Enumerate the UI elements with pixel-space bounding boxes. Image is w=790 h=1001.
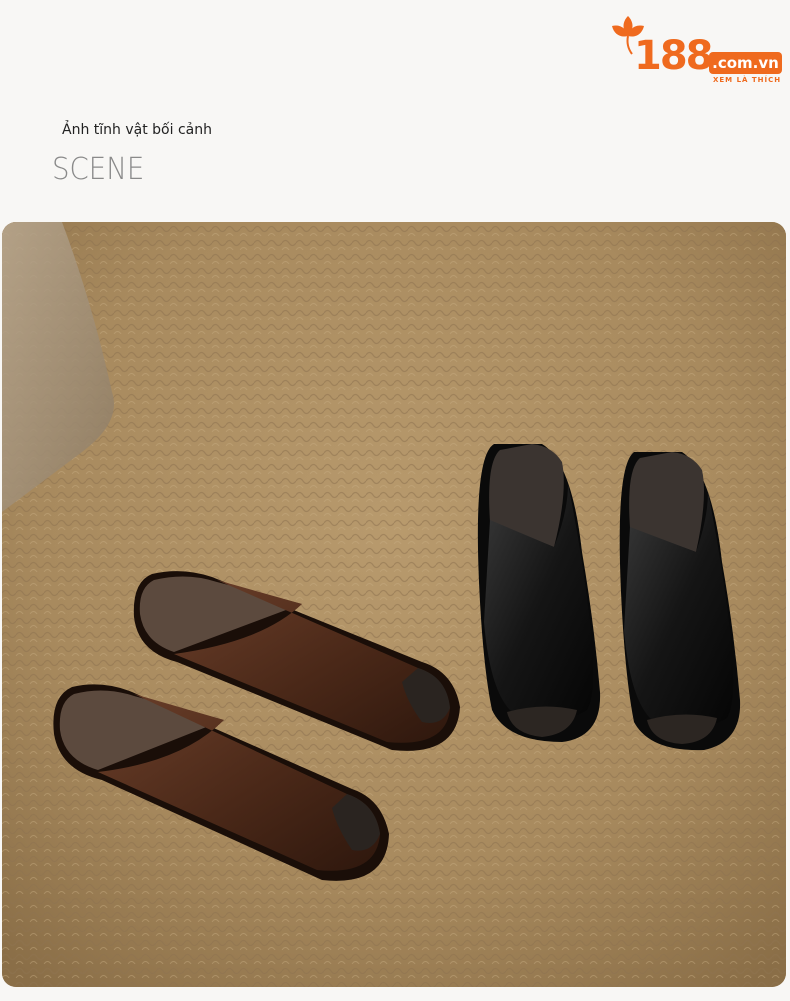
product-photo-illustration	[2, 222, 786, 987]
section-title: SCENE	[52, 152, 145, 187]
product-photo	[2, 222, 786, 987]
logo-domain: .com.vn	[709, 52, 782, 74]
logo-tagline: XEM LÀ THÍCH	[713, 76, 782, 84]
logo-number: 188	[634, 33, 713, 79]
brand-logo[interactable]: 188 .com.vn XEM LÀ THÍCH	[606, 12, 784, 84]
section-caption: Ảnh tĩnh vật bối cảnh	[62, 122, 212, 138]
